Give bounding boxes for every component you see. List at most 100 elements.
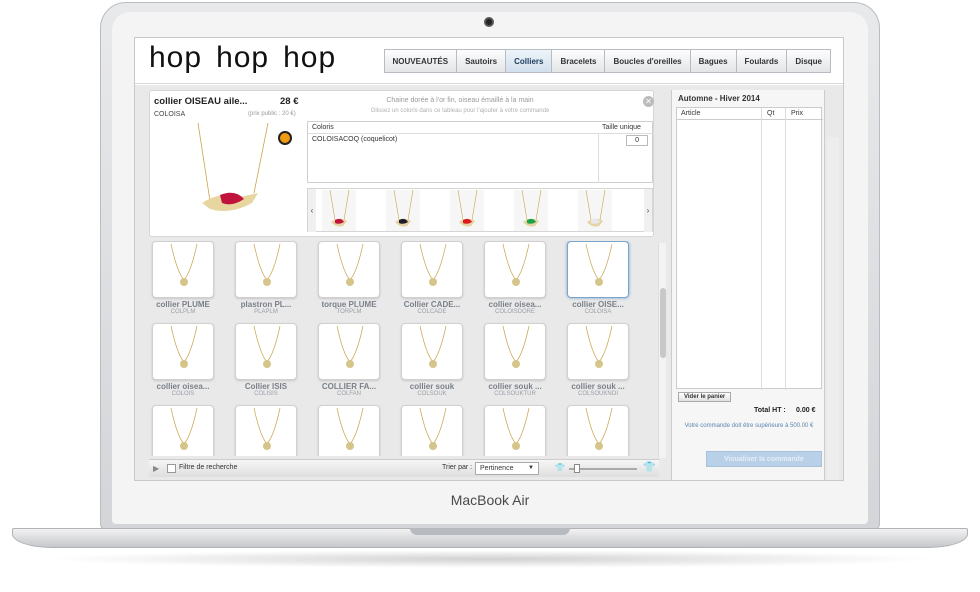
product-name: COLLIER FA... bbox=[321, 382, 377, 391]
product-thumbnail[interactable] bbox=[567, 405, 629, 456]
cart-col-price: Prix bbox=[791, 110, 804, 117]
product-tile[interactable]: collier OISE... COLOISA bbox=[564, 241, 632, 315]
nav-tab[interactable]: Bracelets bbox=[551, 49, 606, 73]
filter-checkbox[interactable] bbox=[167, 464, 176, 473]
product-tile[interactable] bbox=[564, 405, 632, 456]
chevron-down-icon: ▼ bbox=[528, 465, 534, 471]
sort-label: Trier par : bbox=[442, 464, 473, 471]
color-swatch[interactable] bbox=[278, 131, 292, 145]
product-thumbnail[interactable] bbox=[567, 241, 629, 298]
product-title: collier OISEAU aile... bbox=[154, 96, 248, 107]
product-thumbnail[interactable] bbox=[152, 405, 214, 456]
view-order-button[interactable]: Visualiser la commande bbox=[706, 451, 822, 467]
product-code: COLFAN bbox=[336, 391, 361, 397]
product-code: PLAPLM bbox=[254, 309, 278, 315]
variant-thumbnail[interactable] bbox=[322, 189, 356, 231]
chevron-left-icon[interactable]: ‹ bbox=[308, 189, 316, 232]
product-thumbnail[interactable] bbox=[484, 405, 546, 456]
variant-thumbnail[interactable] bbox=[450, 189, 484, 231]
variant-thumbnail[interactable] bbox=[578, 189, 612, 231]
public-price: (prix public : 20 €) bbox=[248, 111, 296, 117]
product-thumbnail[interactable] bbox=[484, 241, 546, 298]
product-code: COLISIS bbox=[254, 391, 278, 397]
product-code: COLSOUKTUR bbox=[494, 391, 536, 397]
sort-select[interactable]: Pertinence ▼ bbox=[475, 462, 539, 475]
product-tile[interactable]: collier souk ... COLSOUKNOI bbox=[564, 323, 632, 397]
product-tile[interactable]: collier PLUME COLPLM bbox=[149, 241, 217, 315]
table-divider bbox=[308, 133, 654, 134]
product-thumbnail[interactable] bbox=[484, 323, 546, 380]
product-tile[interactable]: torque PLUME TORPLM bbox=[315, 241, 383, 315]
product-tile[interactable]: plastron PL... PLAPLM bbox=[232, 241, 300, 315]
product-tile[interactable] bbox=[481, 405, 549, 456]
nav-tab[interactable]: Foulards bbox=[735, 49, 788, 73]
product-name: Collier CADE... bbox=[403, 300, 461, 309]
product-description: Chaine dorée à l'or fin, oiseau émaillé … bbox=[386, 97, 534, 104]
nav-tab[interactable]: NOUVEAUTÉS bbox=[383, 49, 458, 73]
grid-scrollbar[interactable] bbox=[658, 243, 666, 458]
sort-value: Pertinence bbox=[480, 465, 514, 472]
product-tile[interactable]: collier souk ... COLSOUKTUR bbox=[481, 323, 549, 397]
product-tile[interactable] bbox=[149, 405, 217, 456]
play-icon[interactable]: ▶ bbox=[153, 464, 159, 473]
product-detail-panel: collier OISEAU aile... 28 € COLOISA (pri… bbox=[149, 90, 654, 237]
product-code: COLOISA bbox=[154, 111, 186, 118]
product-price: 28 € bbox=[280, 96, 299, 107]
product-code: COLOISDORE bbox=[494, 309, 535, 315]
product-tile[interactable]: Collier CADE... COLCADE bbox=[398, 241, 466, 315]
product-code: COLCADE bbox=[417, 309, 447, 315]
product-code: COLOISA bbox=[584, 309, 612, 315]
product-thumbnail[interactable] bbox=[567, 323, 629, 380]
product-thumbnail[interactable] bbox=[152, 241, 214, 298]
product-name: collier souk ... bbox=[571, 382, 625, 391]
laptop-notch bbox=[410, 528, 570, 535]
product-thumbnail[interactable] bbox=[318, 405, 380, 456]
product-hint: Glissez un coloris dans ce tableau pour … bbox=[370, 108, 550, 114]
nav-tab[interactable]: Disque bbox=[786, 49, 831, 73]
nav-tab[interactable]: Bagues bbox=[689, 49, 737, 73]
total-label: Total HT : bbox=[754, 407, 786, 414]
chevron-right-icon[interactable]: › bbox=[644, 189, 652, 232]
product-thumbnail[interactable] bbox=[152, 323, 214, 380]
nav-tab[interactable]: Colliers bbox=[505, 49, 553, 73]
product-tile[interactable] bbox=[398, 405, 466, 456]
product-name: plastron PL... bbox=[240, 300, 292, 309]
product-thumbnail[interactable] bbox=[318, 323, 380, 380]
large-size-icon: 👕 bbox=[643, 462, 656, 473]
slider-handle[interactable] bbox=[574, 464, 580, 473]
product-thumbnail[interactable] bbox=[235, 405, 297, 456]
clear-cart-button[interactable]: Vider le panier bbox=[678, 392, 732, 402]
filter-label: Filtre de recherche bbox=[179, 464, 238, 471]
quantity-stepper[interactable]: 0 bbox=[626, 135, 648, 146]
product-tile[interactable]: COLLIER FA... COLFAN bbox=[315, 323, 383, 397]
scroll-thumb[interactable] bbox=[660, 288, 666, 358]
logo-word: hop bbox=[283, 41, 337, 74]
product-tile[interactable]: collier oisea... COLOISDORE bbox=[481, 241, 549, 315]
product-tile[interactable]: COLLIER RA... bbox=[315, 405, 383, 456]
product-thumbnail[interactable] bbox=[318, 241, 380, 298]
table-divider bbox=[677, 119, 823, 120]
product-thumbnail[interactable] bbox=[235, 323, 297, 380]
product-thumbnail[interactable] bbox=[235, 241, 297, 298]
close-icon[interactable]: ✕ bbox=[643, 96, 654, 107]
variant-thumbnail[interactable] bbox=[386, 189, 420, 231]
variant-thumbnail[interactable] bbox=[514, 189, 548, 231]
product-tile[interactable]: Collier ISIS COLISIS bbox=[232, 323, 300, 397]
product-thumbnail[interactable] bbox=[401, 241, 463, 298]
nav-tab[interactable]: Boucles d'oreilles bbox=[604, 49, 691, 73]
product-tile[interactable]: collier oisea... COLOIS bbox=[149, 323, 217, 397]
product-name: collier oisea... bbox=[488, 300, 542, 309]
color-col-header: Coloris bbox=[312, 124, 334, 131]
product-tile[interactable]: collier grain... bbox=[232, 405, 300, 456]
cart-scrollbar[interactable] bbox=[827, 137, 839, 480]
nav-tab[interactable]: Sautoirs bbox=[456, 49, 507, 73]
product-thumbnail[interactable] bbox=[401, 405, 463, 456]
filter-bar: ▶ Filtre de recherche Trier par : Pertin… bbox=[149, 459, 659, 477]
main-nav: NOUVEAUTÉS Sautoirs Colliers Bracelets Boucl… bbox=[383, 49, 831, 73]
total-value: 0.00 € bbox=[796, 407, 816, 414]
product-thumbnail[interactable] bbox=[401, 323, 463, 380]
cart-col-article: Article bbox=[681, 110, 701, 117]
top-bar: hop hop hop NOUVEAUTÉS Sautoirs Colliers Brac… bbox=[135, 38, 843, 84]
logo-word: hop bbox=[149, 41, 203, 74]
product-tile[interactable]: collier souk COLSOUK bbox=[398, 323, 466, 397]
